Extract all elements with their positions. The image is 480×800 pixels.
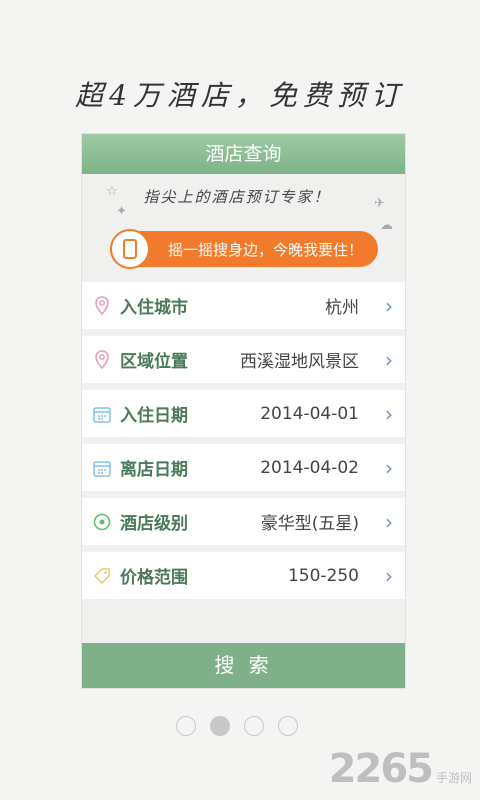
price-tag-icon: [92, 566, 112, 586]
headline: 超4万酒店，免费预订: [75, 79, 405, 112]
row-checkin-date[interactable]: 入住日期 2014-04-01 ›: [82, 390, 405, 437]
row-value: 150-250: [287, 565, 359, 586]
chevron-right-icon: ›: [385, 293, 393, 318]
row-value: 杭州: [325, 298, 359, 318]
row-label: 离店日期: [120, 460, 188, 480]
page-dot[interactable]: [244, 716, 264, 736]
calendar-icon: [92, 404, 112, 424]
paper-plane-icon: ✈: [374, 196, 385, 211]
row-value: 豪华型(五星): [260, 514, 359, 534]
search-options-list: 入住城市 杭州 › 区域位置 西溪湿地风景区 › 入住日期 2014-04-01…: [82, 282, 405, 606]
row-label: 入住日期: [120, 406, 188, 426]
row-label: 入住城市: [120, 298, 188, 318]
row-value: 西溪湿地风景区: [240, 352, 359, 372]
watermark: 2265 手游网: [329, 746, 472, 792]
chevron-right-icon: ›: [385, 563, 393, 588]
promo-text: 摇一摇搜身边，今晚我要住！: [168, 240, 364, 259]
chevron-right-icon: ›: [385, 347, 393, 372]
search-button[interactable]: 搜 索: [82, 643, 405, 688]
card-title: 酒店查询: [82, 134, 405, 174]
star-badge-icon: [92, 512, 112, 532]
cloud-icon: ☁: [380, 218, 393, 233]
hotel-search-card: 酒店查询 ☆ ✦ ✈ ☁ 指尖上的酒店预订专家！ 摇一摇搜身边，今晚我要住！ 入…: [81, 133, 406, 689]
shake-promo-button[interactable]: 摇一摇搜身边，今晚我要住！: [110, 229, 378, 269]
row-value: 2014-04-02: [260, 457, 359, 478]
row-hotel-level[interactable]: 酒店级别 豪华型(五星) ›: [82, 498, 405, 545]
watermark-number: 2265: [328, 746, 434, 792]
page-dot[interactable]: [278, 716, 298, 736]
location-pin-icon: [92, 349, 112, 370]
row-label: 酒店级别: [120, 514, 188, 534]
chevron-right-icon: ›: [385, 401, 393, 426]
row-value: 2014-04-01: [260, 403, 359, 424]
chevron-right-icon: ›: [385, 509, 393, 534]
row-price-range[interactable]: 价格范围 150-250 ›: [82, 552, 405, 599]
watermark-text: 手游网: [435, 771, 472, 785]
chevron-right-icon: ›: [385, 455, 393, 480]
page-dot-active[interactable]: [210, 716, 230, 736]
row-checkin-city[interactable]: 入住城市 杭州 ›: [82, 282, 405, 329]
slogan: 指尖上的酒店预订专家！: [143, 188, 331, 206]
page-indicator: [176, 716, 298, 736]
phone-shake-icon: [110, 229, 150, 269]
row-area-location[interactable]: 区域位置 西溪湿地风景区 ›: [82, 336, 405, 383]
row-label: 区域位置: [120, 352, 188, 372]
location-pin-icon: [92, 295, 112, 316]
calendar-icon: [92, 458, 112, 478]
row-label: 价格范围: [120, 568, 188, 588]
page-dot[interactable]: [176, 716, 196, 736]
row-checkout-date[interactable]: 离店日期 2014-04-02 ›: [82, 444, 405, 491]
